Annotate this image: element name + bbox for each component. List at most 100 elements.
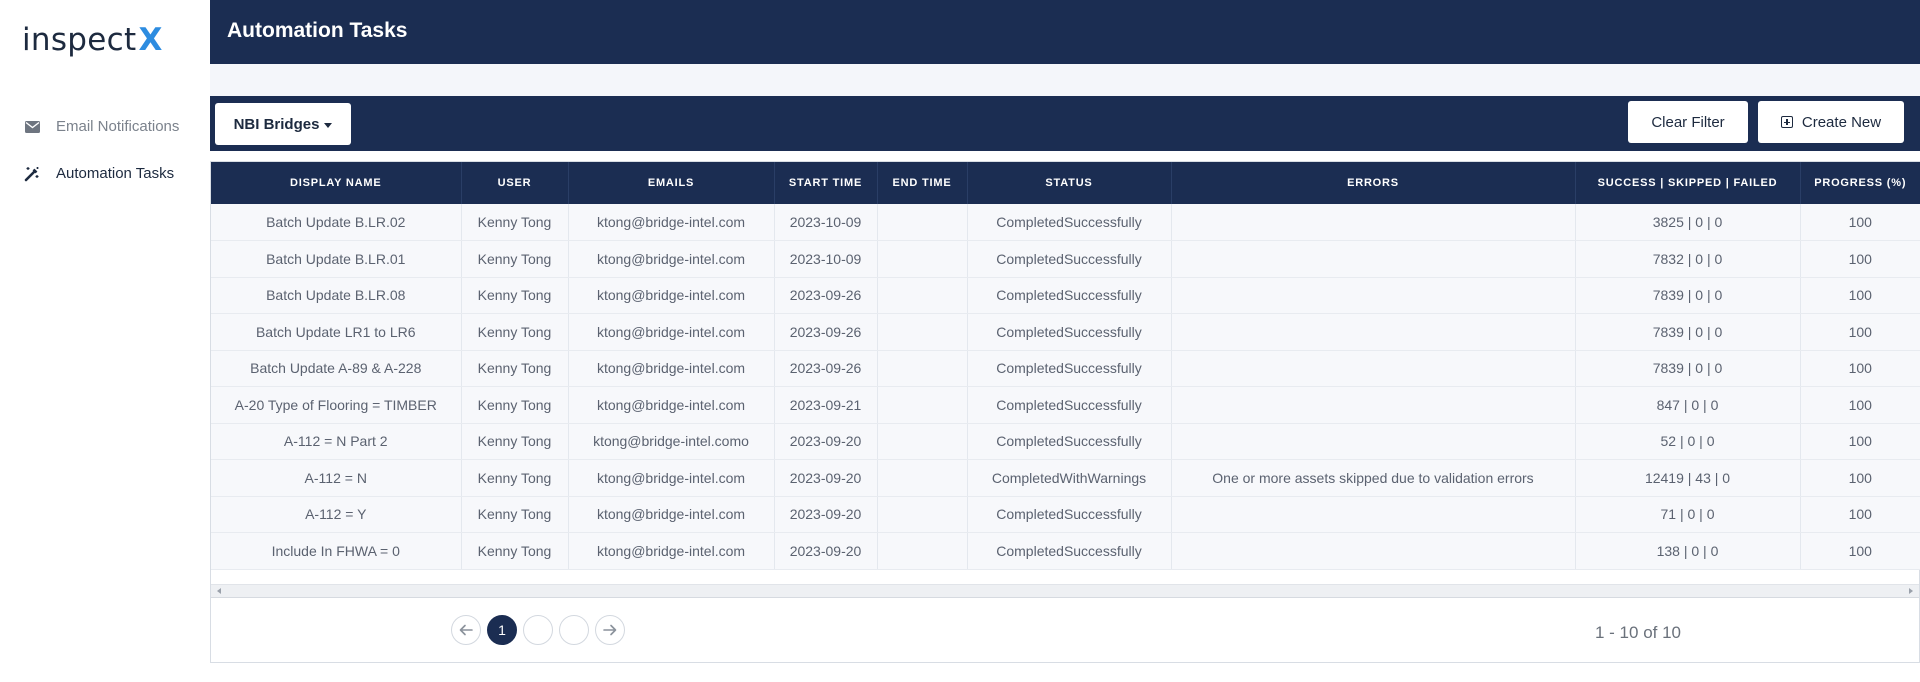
cell-errors xyxy=(1171,532,1576,570)
cell-progress: 100 xyxy=(1800,532,1920,570)
scroll-left-icon[interactable] xyxy=(217,588,221,594)
cell-progress: 100 xyxy=(1800,204,1920,241)
previous-page-button[interactable] xyxy=(451,615,481,645)
cell-display-name: A-112 = N Part 2 xyxy=(211,423,462,460)
column-header-progress[interactable]: Progress (%) xyxy=(1800,162,1920,204)
cell-emails: ktong@bridge-intel.com xyxy=(568,496,775,533)
page-button-2[interactable] xyxy=(523,615,553,645)
cell-errors xyxy=(1171,350,1576,387)
create-new-button[interactable]: Create New xyxy=(1758,101,1904,143)
table-row[interactable]: A-20 Type of Flooring = TIMBER Kenny Tong… xyxy=(211,386,1920,424)
plus-square-icon xyxy=(1780,116,1793,128)
create-new-label: Create New xyxy=(1801,113,1882,131)
scroll-right-icon[interactable] xyxy=(1909,588,1913,594)
sidebar-nav: Email Notifications Automation Tasks xyxy=(0,103,210,197)
column-header-user[interactable]: User xyxy=(461,162,569,204)
cell-display-name: Batch Update A-89 & A-228 xyxy=(211,350,462,387)
cell-progress: 100 xyxy=(1800,496,1920,533)
cell-emails: ktong@bridge-intel.com xyxy=(568,204,775,241)
page-title: Automation Tasks xyxy=(227,19,408,42)
table-row[interactable]: Include In FHWA = 0 Kenny Tong ktong@bridg… xyxy=(211,532,1920,570)
magic-wand-icon xyxy=(24,166,40,182)
table-row[interactable]: A-112 = N Kenny Tong ktong@bridge-intel.co… xyxy=(211,459,1920,497)
sidebar-item-email-notifications[interactable]: Email Notifications xyxy=(0,103,210,150)
column-header-end-time[interactable]: End Time xyxy=(877,162,968,204)
cell-display-name: A-112 = N xyxy=(211,459,462,497)
column-header-status[interactable]: Status xyxy=(967,162,1172,204)
header-spacer xyxy=(210,64,1920,96)
column-header-results[interactable]: Success | Skipped | Failed xyxy=(1575,162,1801,204)
table-row[interactable]: A-112 = N Part 2 Kenny Tong ktong@bridge-i… xyxy=(211,423,1920,460)
cell-results: 7839 | 0 | 0 xyxy=(1575,277,1801,314)
cell-start-time: 2023-09-20 xyxy=(774,496,878,533)
sidebar: inspectX Email Notifications Automation … xyxy=(0,0,210,682)
cell-end-time xyxy=(877,386,968,424)
column-header-errors[interactable]: Errors xyxy=(1171,162,1576,204)
cell-emails: ktong@bridge-intel.como xyxy=(568,423,775,460)
table-row[interactable]: A-112 = Y Kenny Tong ktong@bridge-intel.co… xyxy=(211,496,1920,533)
next-page-button[interactable] xyxy=(595,615,625,645)
toolbar: NBI Bridges Clear Filter Create New xyxy=(210,96,1920,151)
tasks-table: Display Name User Emails Start Time End … xyxy=(211,162,1920,570)
cell-results: 3825 | 0 | 0 xyxy=(1575,204,1801,241)
cell-start-time: 2023-10-09 xyxy=(774,204,878,241)
cell-emails: ktong@bridge-intel.com xyxy=(568,459,775,497)
logo-text: inspect xyxy=(22,22,137,58)
table-row[interactable]: Batch Update B.LR.01 Kenny Tong ktong@brid… xyxy=(211,240,1920,278)
tasks-table-panel: Display Name User Emails Start Time End … xyxy=(210,161,1920,663)
cell-results: 71 | 0 | 0 xyxy=(1575,496,1801,533)
cell-display-name: A-112 = Y xyxy=(211,496,462,533)
asset-filter-dropdown[interactable]: NBI Bridges xyxy=(215,103,351,145)
cell-results: 7832 | 0 | 0 xyxy=(1575,240,1801,278)
cell-progress: 100 xyxy=(1800,459,1920,497)
cell-start-time: 2023-09-26 xyxy=(774,277,878,314)
cell-end-time xyxy=(877,350,968,387)
cell-results: 12419 | 43 | 0 xyxy=(1575,459,1801,497)
table-row[interactable]: Batch Update A-89 & A-228 Kenny Tong ktong… xyxy=(211,350,1920,387)
cell-end-time xyxy=(877,423,968,460)
cell-end-time xyxy=(877,240,968,278)
cell-end-time xyxy=(877,277,968,314)
cell-emails: ktong@bridge-intel.com xyxy=(568,350,775,387)
cell-user: Kenny Tong xyxy=(461,277,569,314)
cell-end-time xyxy=(877,532,968,570)
pagination-info: 1 - 10 of 10 xyxy=(1595,623,1682,642)
cell-emails: ktong@bridge-intel.com xyxy=(568,313,775,351)
cell-start-time: 2023-09-20 xyxy=(774,532,878,570)
cell-status: CompletedSuccessfully xyxy=(967,240,1172,278)
column-header-emails[interactable]: Emails xyxy=(568,162,775,204)
cell-progress: 100 xyxy=(1800,386,1920,424)
table-row[interactable]: Batch Update B.LR.02 Kenny Tong ktong@brid… xyxy=(211,204,1920,241)
cell-user: Kenny Tong xyxy=(461,459,569,497)
cell-errors xyxy=(1171,313,1576,351)
column-header-display-name[interactable]: Display Name xyxy=(211,162,462,204)
page-button-1[interactable]: 1 xyxy=(487,615,517,645)
page-button-3[interactable] xyxy=(559,615,589,645)
cell-progress: 100 xyxy=(1800,313,1920,351)
page-header: Automation Tasks xyxy=(210,0,1920,64)
cell-emails: ktong@bridge-intel.com xyxy=(568,240,775,278)
horizontal-scrollbar[interactable] xyxy=(211,584,1919,598)
cell-display-name: A-20 Type of Flooring = TIMBER xyxy=(211,386,462,424)
cell-display-name: Batch Update B.LR.01 xyxy=(211,240,462,278)
column-header-start-time[interactable]: Start Time xyxy=(774,162,878,204)
cell-results: 7839 | 0 | 0 xyxy=(1575,350,1801,387)
cell-status: CompletedSuccessfully xyxy=(967,277,1172,314)
cell-user: Kenny Tong xyxy=(461,423,569,460)
cell-user: Kenny Tong xyxy=(461,204,569,241)
cell-progress: 100 xyxy=(1800,350,1920,387)
cell-errors xyxy=(1171,204,1576,241)
cell-user: Kenny Tong xyxy=(461,496,569,533)
sidebar-item-label: Email Notifications xyxy=(56,118,180,135)
arrow-right-icon xyxy=(603,624,617,636)
sidebar-item-automation-tasks[interactable]: Automation Tasks xyxy=(0,150,210,197)
cell-status: CompletedSuccessfully xyxy=(967,350,1172,387)
cell-results: 847 | 0 | 0 xyxy=(1575,386,1801,424)
table-row[interactable]: Batch Update B.LR.08 Kenny Tong ktong@brid… xyxy=(211,277,1920,314)
clear-filter-button[interactable]: Clear Filter xyxy=(1628,101,1748,143)
cell-end-time xyxy=(877,204,968,241)
cell-errors: One or more assets skipped due to valida… xyxy=(1171,459,1576,497)
cell-display-name: Batch Update B.LR.08 xyxy=(211,277,462,314)
table-row[interactable]: Batch Update LR1 to LR6 Kenny Tong ktong@b… xyxy=(211,313,1920,351)
app-logo[interactable]: inspectX xyxy=(22,22,163,58)
